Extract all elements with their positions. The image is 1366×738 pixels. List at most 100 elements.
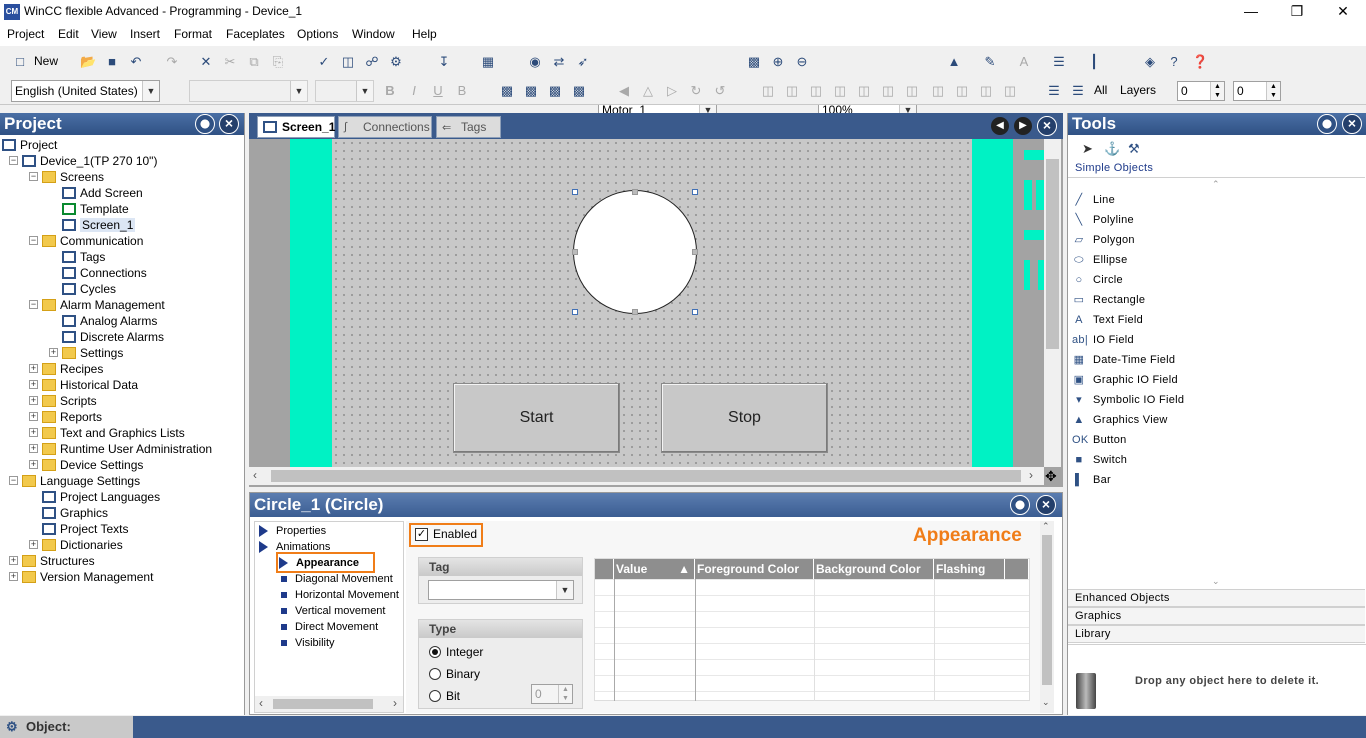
collapse-icon[interactable]: −	[9, 156, 18, 165]
chevron-down-icon[interactable]: ▼	[556, 581, 573, 599]
column-foreground-color[interactable]: Foreground Color	[695, 559, 814, 579]
check-icon[interactable]: ✓	[316, 54, 332, 70]
editor-vertical-scrollbar[interactable]	[1044, 139, 1061, 467]
italic-icon[interactable]: I	[406, 83, 422, 99]
expand-icon[interactable]: +	[49, 348, 58, 357]
pointer-icon[interactable]: ➤	[1082, 141, 1093, 157]
same-size-icon[interactable]: ◫	[978, 83, 994, 99]
cross-reference-icon[interactable]: ▦	[480, 54, 496, 70]
close-window-button[interactable]: ✕	[1320, 0, 1366, 24]
menu-project[interactable]: Project	[7, 27, 44, 41]
minimize-button[interactable]: —	[1228, 0, 1274, 24]
chevron-down-icon[interactable]: ▼	[290, 81, 307, 101]
scroll-left-icon[interactable]: ‹	[253, 468, 257, 482]
zoom-in-icon[interactable]: ⊕	[770, 54, 786, 70]
grid-body[interactable]	[595, 579, 1029, 701]
selection-handle[interactable]	[692, 189, 698, 195]
layer-to-spinner[interactable]: 0 ▲ ▼	[1233, 81, 1281, 101]
selection-handle[interactable]	[692, 249, 698, 255]
close-icon[interactable]: ×	[1036, 495, 1056, 515]
import-icon[interactable]: ↧	[436, 54, 452, 70]
spacing-icon[interactable]: ◫	[1002, 83, 1018, 99]
scroll-up-icon[interactable]: ⌃	[1212, 179, 1220, 190]
scroll-tabs-left-icon[interactable]: ◀	[991, 117, 1009, 135]
scroll-right-icon[interactable]: ›	[1029, 468, 1033, 482]
tab-screen-1[interactable]: Screen_1	[257, 116, 335, 138]
font-size-combo[interactable]: ▼	[315, 80, 374, 102]
nav-visibility[interactable]: Visibility	[281, 637, 335, 649]
goto-icon[interactable]: ➶	[575, 54, 591, 70]
expand-icon[interactable]: +	[29, 460, 38, 469]
tab-tags[interactable]: ⇐ Tags	[436, 116, 501, 138]
spinner-arrows-icon[interactable]: ▲ ▼	[558, 685, 572, 703]
expand-icon[interactable]: +	[9, 556, 18, 565]
category-simple-objects[interactable]: Simple Objects	[1068, 160, 1365, 178]
layer-from-spinner[interactable]: 0 ▲ ▼	[1177, 81, 1225, 101]
menu-help[interactable]: Help	[412, 27, 437, 41]
move-icon[interactable]: ✥	[1045, 468, 1057, 485]
menu-format[interactable]: Format	[174, 27, 212, 41]
scroll-right-icon[interactable]: ›	[393, 696, 397, 710]
scroll-down-icon[interactable]: ⌄	[1042, 697, 1050, 708]
cut-icon[interactable]: ✂	[222, 54, 238, 70]
scroll-left-icon[interactable]: ‹	[259, 696, 263, 710]
transfer-icon[interactable]: ☍	[364, 54, 380, 70]
nav-direct-movement[interactable]: Direct Movement	[281, 621, 378, 633]
tag-combo[interactable]: ▼	[428, 580, 574, 600]
spinner-arrows-icon[interactable]: ▲ ▼	[1266, 82, 1280, 100]
close-editor-icon[interactable]: ×	[1037, 116, 1057, 136]
column-value[interactable]: Value ▲	[614, 559, 695, 579]
collapse-icon[interactable]: −	[29, 236, 38, 245]
restore-button[interactable]: ❐	[1274, 0, 1320, 24]
expand-icon[interactable]: +	[29, 380, 38, 389]
layer-down-icon[interactable]: ☰	[1070, 83, 1086, 99]
collapse-icon[interactable]: −	[9, 476, 18, 485]
help-icon[interactable]: ?	[1166, 54, 1182, 70]
align-center-icon[interactable]: ▩	[523, 83, 539, 99]
selection-handle[interactable]	[572, 189, 578, 195]
delete-drop-zone[interactable]: Drop any object here to delete it.	[1068, 644, 1366, 715]
menu-faceplates[interactable]: Faceplates	[226, 27, 285, 41]
font-family-combo[interactable]: ▼	[189, 80, 308, 102]
pin-icon[interactable]	[195, 114, 215, 134]
category-enhanced-objects[interactable]: Enhanced Objects	[1068, 589, 1365, 607]
spinner-arrows-icon[interactable]: ▲ ▼	[1210, 82, 1224, 100]
chevron-down-icon[interactable]: ▼	[142, 81, 159, 101]
undo-icon[interactable]: ↶	[128, 54, 144, 70]
align-right-edges-icon[interactable]: ◫	[808, 83, 824, 99]
menu-window[interactable]: Window	[352, 27, 395, 41]
nav-properties[interactable]: Properties	[259, 525, 326, 538]
find-icon[interactable]: ◉	[527, 54, 543, 70]
align-centers-icon[interactable]: ◫	[784, 83, 800, 99]
expand-icon[interactable]: +	[29, 428, 38, 437]
align-icon[interactable]: ▩	[499, 83, 515, 99]
stop-button[interactable]: Stop	[661, 383, 828, 453]
rotate-icon[interactable]: ↻	[688, 83, 704, 99]
align-right-icon[interactable]: ▩	[571, 83, 587, 99]
scrollbar-thumb[interactable]	[271, 470, 1021, 482]
align-bottom-icon[interactable]: ▩	[547, 83, 563, 99]
flip-vertical-icon[interactable]: △	[640, 83, 656, 99]
scrollbar-thumb[interactable]	[1046, 159, 1059, 349]
line-style-icon[interactable]: ┃	[1086, 54, 1102, 70]
menu-insert[interactable]: Insert	[130, 27, 160, 41]
menu-options[interactable]: Options	[297, 27, 338, 41]
menu-edit[interactable]: Edit	[58, 27, 79, 41]
zoom-out-icon[interactable]: ⊖	[794, 54, 810, 70]
scroll-up-icon[interactable]: ⌃	[1042, 521, 1050, 532]
align-bottoms-icon[interactable]: ◫	[880, 83, 896, 99]
runtime-icon[interactable]: ⚙	[388, 54, 404, 70]
copy-icon[interactable]: ⧉	[246, 54, 262, 70]
scrollbar-thumb[interactable]	[273, 699, 373, 709]
bold-icon[interactable]: B	[382, 83, 398, 99]
selection-handle[interactable]	[572, 249, 578, 255]
align-middles-icon[interactable]: ◫	[856, 83, 872, 99]
nav-horizontal-movement[interactable]: Horizontal Movement	[281, 589, 399, 601]
start-button[interactable]: Start	[453, 383, 620, 453]
close-icon[interactable]: ×	[1342, 114, 1362, 134]
expand-icon[interactable]: +	[29, 540, 38, 549]
layers-label[interactable]: Layers	[1120, 83, 1156, 97]
column-background-color[interactable]: Background Color	[814, 559, 934, 579]
category-graphics[interactable]: Graphics	[1068, 607, 1365, 625]
nav-horizontal-scrollbar[interactable]: ‹ ›	[255, 696, 403, 712]
